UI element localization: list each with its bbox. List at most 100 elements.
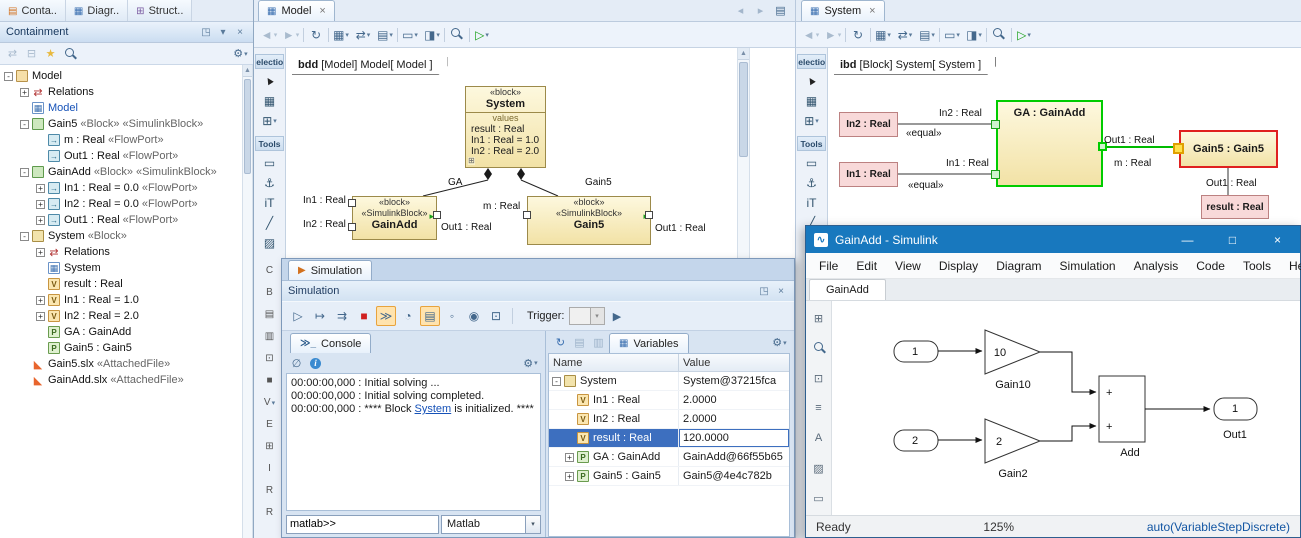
tree-item[interactable]: Gain5.slx «AttachedFile»	[0, 356, 242, 372]
refresh-diagram-icon[interactable]: ↻	[306, 25, 326, 45]
fit-view-icon[interactable]: ⊡	[810, 369, 828, 387]
port-gain5-out1[interactable]	[645, 211, 653, 219]
tree-expander-icon[interactable]	[36, 200, 45, 209]
tree-item[interactable]: Gain5 «Block» «SimulinkBlock»	[0, 116, 242, 132]
show-browser-icon[interactable]: ⊞	[810, 309, 828, 327]
display-options-icon[interactable]: ▤	[917, 25, 937, 45]
port-ga-in2[interactable]	[991, 120, 1000, 129]
tree-scrollbar[interactable]: ▲	[242, 65, 253, 538]
palette-group-icon[interactable]: ▥	[258, 326, 282, 347]
palette-group-icon[interactable]: E	[258, 414, 282, 435]
tab-variables[interactable]: ▦ Variables	[609, 333, 689, 353]
column-value[interactable]: Value	[679, 354, 789, 371]
image-tool-icon[interactable]: ▨	[258, 233, 282, 252]
tree-expander-icon[interactable]	[20, 232, 29, 241]
tree-item[interactable]: Model	[0, 100, 242, 116]
area-icon[interactable]: ▭	[810, 489, 828, 507]
save-variables-icon[interactable]: ▤	[571, 334, 588, 351]
minimize-button[interactable]: —	[1165, 226, 1210, 253]
menu-item[interactable]: Tools	[1234, 259, 1280, 273]
resume-icon[interactable]: ▷	[288, 306, 308, 326]
record-icon[interactable]: ◉	[464, 306, 484, 326]
palette-group-icon[interactable]: ⊞	[258, 436, 282, 457]
menu-item[interactable]: Display	[930, 259, 987, 273]
tree-expander-icon[interactable]	[36, 216, 45, 225]
show-hide-icon[interactable]: ◨	[964, 25, 984, 45]
menu-item[interactable]: View	[886, 259, 930, 273]
toolbar-icon[interactable]	[845, 28, 846, 42]
menu-item[interactable]: Analysis	[1125, 259, 1188, 273]
forward-icon[interactable]: ►	[823, 25, 843, 45]
palette-group-icon[interactable]: ⊡	[258, 348, 282, 369]
tree-item[interactable]: In2 : Real = 0.0 «FlowPort»	[0, 196, 242, 212]
status-solver[interactable]: auto(VariableStepDiscrete)	[1147, 520, 1290, 534]
scroll-up-icon[interactable]: ▲	[243, 65, 252, 77]
multi-select-tool-icon[interactable]: ▦	[258, 91, 282, 110]
note-icon[interactable]: ▭	[400, 25, 420, 45]
variable-name-cell[interactable]: In1 : Real	[549, 391, 679, 409]
tree-item[interactable]: Model	[0, 68, 242, 84]
palette-group-icon[interactable]: I	[258, 458, 282, 479]
anchor-tool-icon[interactable]: ⚓	[258, 173, 282, 192]
image-icon[interactable]: ▨	[810, 459, 828, 477]
gain5-block[interactable]: «block» «SimulinkBlock» Gain5 ▸	[527, 196, 651, 245]
annotation-icon[interactable]: A	[810, 429, 828, 447]
palette-selection-header[interactable]: Selection	[797, 54, 826, 69]
tab-containment[interactable]: ▤ Conta..	[0, 0, 66, 21]
favorites-icon[interactable]: ★	[42, 45, 59, 62]
tree-item[interactable]: System	[0, 260, 242, 276]
toolbar-icon[interactable]	[303, 28, 304, 42]
scroll-thumb[interactable]	[739, 62, 748, 157]
run-simulation-icon[interactable]: ▷	[1014, 25, 1034, 45]
containment-options-gear-icon[interactable]: ⚙	[232, 45, 249, 62]
stop-icon[interactable]: ■	[354, 306, 374, 326]
palette-selection-header[interactable]: Selection	[255, 54, 284, 69]
palette-group-icon[interactable]: R	[258, 480, 282, 501]
clear-console-icon[interactable]: ∅	[288, 355, 305, 372]
multi-select-tool-icon[interactable]: ▦	[800, 91, 824, 110]
next-tab-icon[interactable]: ▸	[752, 2, 769, 19]
forward-icon[interactable]: ►	[281, 25, 301, 45]
simulink-canvas[interactable]: 1 10 Gain10 2 2 Gain2 + + Add	[832, 301, 1300, 515]
variable-value-cell[interactable]: Gain5@4e4c782b	[679, 467, 789, 485]
float-panel-icon[interactable]: ◳	[199, 25, 213, 39]
show-hide-icon[interactable]: ◨	[422, 25, 442, 45]
variable-name-cell[interactable]: Gain5 : Gain5	[549, 467, 679, 485]
tree-item[interactable]: GA : GainAdd	[0, 324, 242, 340]
tree-expander-icon[interactable]	[4, 72, 13, 81]
prev-tab-icon[interactable]: ◂	[732, 2, 749, 19]
toolbar-icon[interactable]	[939, 28, 940, 42]
palette-tools-header[interactable]: Tools	[255, 136, 284, 151]
back-icon[interactable]: ◄	[801, 25, 821, 45]
cursor-tool-icon[interactable]: ▲	[258, 71, 282, 90]
console-options-gear-icon[interactable]: ⚙	[522, 355, 539, 372]
gainadd-block[interactable]: «block» «SimulinkBlock» GainAdd ▸	[352, 196, 437, 240]
tab-gainadd[interactable]: GainAdd	[809, 279, 886, 300]
palette-value-icon[interactable]: V	[258, 392, 282, 413]
toolbar-icon[interactable]	[444, 28, 445, 42]
tab-model-diagram[interactable]: ▦ Model ×	[258, 0, 335, 21]
variables-options-gear-icon[interactable]: ⚙	[771, 334, 788, 351]
palette-tools-header[interactable]: Tools	[797, 136, 826, 151]
scroll-up-icon[interactable]: ▲	[738, 48, 749, 60]
tree-item[interactable]: result : Real	[0, 276, 242, 292]
row-expander-icon[interactable]	[552, 377, 561, 386]
variable-name-cell[interactable]: System	[549, 372, 679, 390]
back-icon[interactable]: ◄	[259, 25, 279, 45]
tree-expander-icon[interactable]	[36, 184, 45, 193]
variable-value-cell[interactable]: 120.0000	[679, 429, 789, 447]
create-diagram-icon[interactable]: ▦	[331, 25, 351, 45]
trigger-dropdown[interactable]: ▾	[569, 307, 605, 325]
variable-value-cell[interactable]: 2.0000	[679, 391, 789, 409]
display-options-icon[interactable]: ▤	[375, 25, 395, 45]
anchor-tool-icon[interactable]: ⚓	[800, 173, 824, 192]
step-into-icon[interactable]: ↦	[310, 306, 330, 326]
related-elements-icon[interactable]: ⇄	[895, 25, 915, 45]
part-gain5[interactable]: Gain5 : Gain5	[1179, 130, 1278, 168]
tree-item[interactable]: System «Block»	[0, 228, 242, 244]
zoom-icon[interactable]	[447, 25, 467, 45]
palette-group-icon[interactable]: ■	[258, 370, 282, 391]
text-tool-icon[interactable]: iT	[258, 193, 282, 212]
variable-row[interactable]: In2 : Real 2.0000	[549, 410, 789, 429]
part-ga[interactable]: GA : GainAdd	[996, 100, 1103, 187]
